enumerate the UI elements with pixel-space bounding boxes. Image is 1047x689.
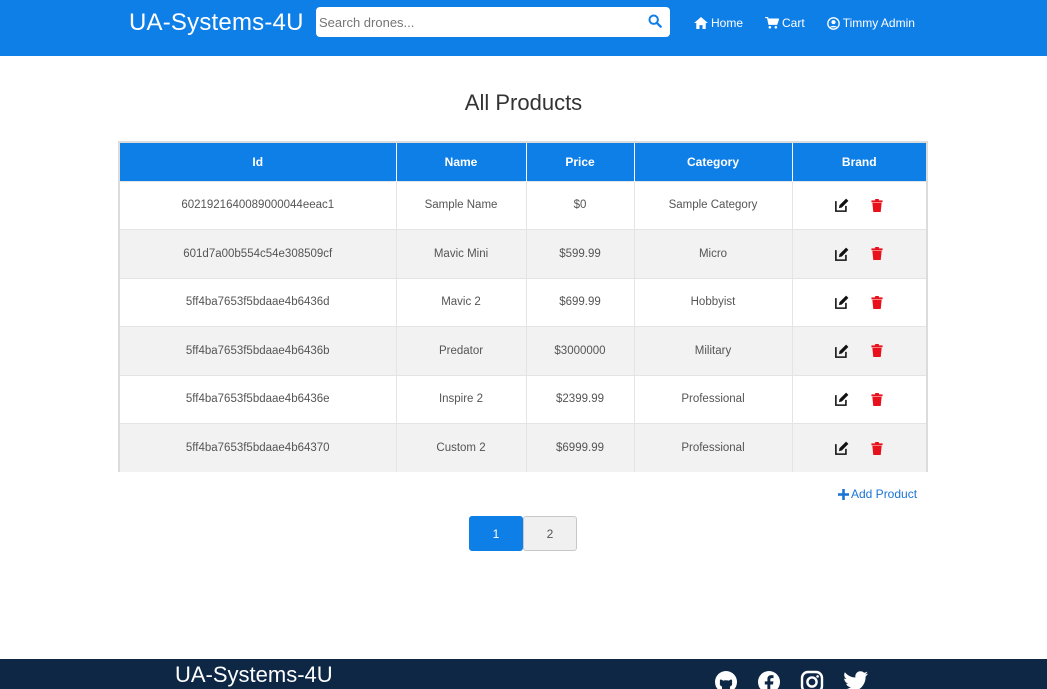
user-circle-icon [826, 16, 843, 30]
nav-link-cart-label: Cart [782, 16, 805, 30]
cell-id: 5ff4ba7653f5bdaae4b6436d [120, 277, 397, 327]
page-button-2[interactable]: 2 [523, 516, 577, 551]
cell-actions [792, 326, 927, 375]
delete-icon[interactable] [871, 392, 883, 406]
column-header-brand: Brand [792, 143, 926, 181]
pagination: 1 2 [469, 516, 577, 551]
delete-icon[interactable] [871, 247, 883, 261]
table-row: 601d7a00b554c54e308509cf Mavic Mini $599.9… [120, 229, 927, 278]
search-input[interactable] [316, 7, 636, 37]
edit-icon[interactable] [835, 247, 849, 261]
twitter-icon[interactable] [843, 670, 869, 689]
nav-link-cart[interactable]: Cart [765, 16, 805, 30]
add-product-label: Add Product [851, 487, 918, 501]
cell-actions [792, 229, 927, 278]
table-row: 5ff4ba7653f5bdaae4b6436e Inspire 2 $2399.9… [120, 374, 927, 424]
cell-actions [792, 180, 927, 230]
delete-icon[interactable] [871, 295, 883, 309]
cell-id: 5ff4ba7653f5bdaae4b64370 [120, 423, 397, 472]
products-table: Id Name Price Category Brand 60219216400… [118, 141, 928, 472]
table-row: 5ff4ba7653f5bdaae4b64370 Custom 2 $6999.99… [120, 423, 927, 472]
home-icon [694, 17, 711, 29]
edit-icon[interactable] [835, 295, 849, 310]
row-actions [793, 295, 927, 310]
row-actions [793, 441, 927, 455]
search-box [316, 7, 670, 37]
row-actions [793, 392, 927, 407]
navbar: UA-Systems-4U Home Cart Timmy Admin [0, 0, 1047, 56]
nav-link-home-label: Home [711, 16, 744, 30]
edit-icon[interactable] [835, 392, 849, 407]
table-header-row: Id Name Price Category Brand [120, 143, 926, 181]
table-body: 6021921640089000044eeac1 Sample Name $0 Sam… [120, 180, 927, 472]
add-product-button[interactable]: Add Product [838, 487, 917, 501]
cell-category: Military [634, 326, 793, 375]
edit-icon[interactable] [835, 344, 849, 358]
row-actions [793, 247, 927, 261]
cell-actions [792, 374, 927, 424]
cell-actions [792, 423, 927, 472]
github-icon[interactable] [714, 670, 738, 689]
cell-price: $0 [526, 180, 635, 230]
instagram-icon[interactable] [800, 670, 824, 689]
cell-id: 601d7a00b554c54e308509cf [120, 229, 397, 278]
table-row: 6021921640089000044eeac1 Sample Name $0 Sam… [120, 180, 927, 230]
edit-icon[interactable] [835, 441, 849, 455]
cell-category: Sample Category [634, 180, 793, 230]
cell-name: Custom 2 [396, 423, 527, 472]
nav-link-account[interactable]: Timmy Admin [826, 16, 915, 30]
page-button-1[interactable]: 1 [469, 516, 523, 551]
table-row: 5ff4ba7653f5bdaae4b6436b Predator $3000000… [120, 326, 927, 375]
plus-icon [838, 488, 851, 500]
table-row: 5ff4ba7653f5bdaae4b6436d Mavic 2 $699.99 Ho… [120, 277, 927, 327]
facebook-icon[interactable] [757, 670, 781, 689]
cell-name: Sample Name [396, 180, 527, 230]
search-icon[interactable] [648, 14, 664, 30]
cell-price: $699.99 [526, 277, 635, 327]
row-actions [793, 344, 927, 358]
footer-brand: UA-Systems-4U [175, 662, 333, 687]
cart-icon [765, 17, 782, 29]
column-header-id: Id [120, 143, 397, 181]
cell-price: $6999.99 [526, 423, 635, 472]
cell-category: Hobbyist [634, 277, 793, 327]
cell-name: Inspire 2 [396, 374, 527, 424]
cell-category: Professional [634, 423, 793, 472]
nav-link-account-label: Timmy Admin [842, 16, 915, 30]
cell-name: Mavic Mini [396, 229, 527, 278]
delete-icon[interactable] [871, 198, 883, 212]
delete-icon[interactable] [871, 344, 883, 358]
footer: UA-Systems-4U [0, 659, 1047, 689]
social-links [714, 670, 869, 689]
column-header-price: Price [526, 143, 635, 181]
edit-icon[interactable] [835, 198, 849, 213]
column-header-name: Name [396, 143, 527, 181]
row-actions [793, 198, 927, 213]
cell-id: 5ff4ba7653f5bdaae4b6436b [120, 326, 397, 375]
cell-name: Predator [396, 326, 527, 375]
nav-links: Home Cart Timmy Admin [694, 14, 937, 32]
cell-name: Mavic 2 [396, 277, 527, 327]
cell-category: Professional [634, 374, 793, 424]
cell-category: Micro [634, 229, 793, 278]
delete-icon[interactable] [871, 441, 883, 455]
cell-actions [792, 277, 927, 327]
page-title: All Products [464, 90, 583, 115]
brand-logo[interactable]: UA-Systems-4U [129, 9, 304, 37]
cell-price: $3000000 [526, 326, 635, 375]
column-header-category: Category [634, 143, 793, 181]
cell-price: $2399.99 [526, 374, 635, 424]
cell-id: 5ff4ba7653f5bdaae4b6436e [120, 374, 397, 424]
nav-link-home[interactable]: Home [694, 16, 743, 30]
cell-id: 6021921640089000044eeac1 [120, 180, 397, 230]
cell-price: $599.99 [526, 229, 635, 278]
